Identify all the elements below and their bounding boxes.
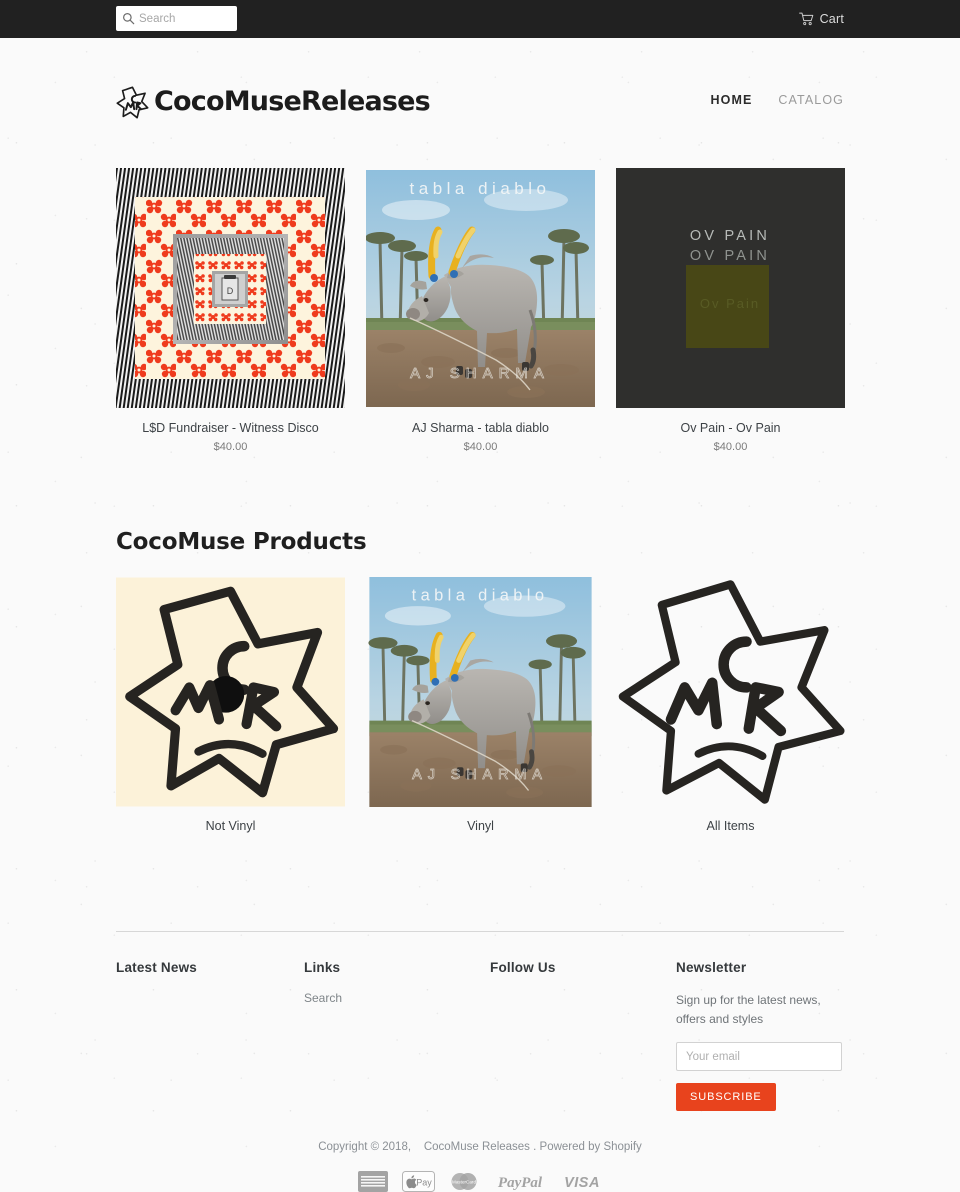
collection-card[interactable]: tabla diablo AJ SHARMA Vinyl <box>366 577 595 833</box>
product-title: Ov Pain - Ov Pain <box>680 421 781 435</box>
collection-title: All Items <box>706 819 755 834</box>
footer-heading: Follow Us <box>490 960 556 976</box>
collection-grid: Not Vinyl tabla diablo AJ SHARMA Vinyl A… <box>116 577 845 833</box>
album-art-bottom-text: AJ SHARMA <box>410 365 550 382</box>
collections-section-title: CocoMuse Products <box>116 529 367 556</box>
mastercard-icon: MasterCard <box>451 1173 476 1191</box>
american-express-icon <box>357 1171 388 1192</box>
product-image-ov-pain: OV PAIN OV PAIN Ov Pain <box>616 168 845 408</box>
newsletter-email-input[interactable] <box>676 1042 842 1072</box>
product-title: L$D Fundraiser - Witness Disco <box>142 421 319 435</box>
copyright-line: Copyright © 2018, CocoMuse Releases . Po… <box>0 1141 960 1153</box>
svg-text:MasterCard: MasterCard <box>452 1180 476 1185</box>
album-art-top-text: tabla diablo <box>410 179 551 198</box>
product-title: AJ Sharma - tabla diablo <box>412 421 549 435</box>
collection-image-not-vinyl <box>116 577 345 807</box>
svg-text:AJ SHARMA: AJ SHARMA <box>412 767 548 783</box>
site-logo-text: CocoMuseReleases <box>154 85 431 117</box>
collection-image-vinyl: tabla diablo AJ SHARMA <box>366 577 595 808</box>
product-price: $40.00 <box>463 441 498 454</box>
search-box[interactable] <box>116 6 237 31</box>
product-image-aj-sharma: tabla diablo AJ SHARMA <box>366 168 595 408</box>
copyright-prefix: Copyright © 2018, <box>318 1141 412 1154</box>
site-footer: Latest News Links Search Follow Us Newsl… <box>0 932 960 1112</box>
svg-text:D: D <box>227 286 234 296</box>
footer-column-newsletter: Newsletter Sign up for the latest news, … <box>676 960 842 1112</box>
svg-text:Pay: Pay <box>416 1178 432 1188</box>
album-art-line1: OV PAIN <box>690 228 770 244</box>
svg-text:Ov Pain: Ov Pain <box>700 296 760 311</box>
footer-column-follow-us: Follow Us <box>490 960 676 1111</box>
cart-link[interactable]: Cart <box>798 0 844 38</box>
footer-heading: Links <box>304 960 341 976</box>
shopping-cart-icon <box>798 12 813 26</box>
collection-card[interactable]: Not Vinyl <box>116 577 345 833</box>
product-card[interactable]: OV PAIN OV PAIN Ov Pain Ov Pain - Ov Pai… <box>616 168 845 453</box>
newsletter-description: Sign up for the latest news, offers and … <box>676 993 821 1026</box>
top-utility-bar: Cart <box>0 0 960 38</box>
visa-icon: VISA <box>564 1175 600 1191</box>
paypal-icon: PayPal <box>497 1175 542 1191</box>
featured-product-grid: D L$D Fundraiser - Witness Disco $40.00 <box>116 168 845 453</box>
product-price: $40.00 <box>213 441 248 454</box>
search-input[interactable] <box>139 12 231 25</box>
search-icon <box>123 13 135 25</box>
footer-column-latest-news: Latest News <box>116 960 304 1111</box>
product-price: $40.00 <box>713 441 748 454</box>
collection-title: Vinyl <box>467 819 494 834</box>
cmr-star-logo-icon <box>116 85 149 119</box>
svg-text:PayPal: PayPal <box>497 1175 542 1191</box>
footer-heading: Latest News <box>116 960 197 976</box>
subscribe-button[interactable]: SUBSCRIBE <box>676 1083 776 1112</box>
collection-card[interactable]: All Items <box>616 577 845 833</box>
cart-label: Cart <box>819 12 844 26</box>
site-logo[interactable]: CocoMuseReleases <box>116 84 431 119</box>
product-card[interactable]: D L$D Fundraiser - Witness Disco $40.00 <box>116 168 345 453</box>
copyright-suffix: . Powered by Shopify <box>533 1141 642 1154</box>
payment-methods-row: Pay MasterCard PayPal VISA <box>0 1171 960 1192</box>
nav-item-catalog[interactable]: CATALOG <box>778 93 844 107</box>
main-content: D L$D Fundraiser - Witness Disco $40.00 <box>0 168 960 833</box>
product-image-lsd-fundraiser: D <box>116 168 345 408</box>
apple-pay-icon: Pay <box>401 1171 435 1192</box>
footer-column-links: Links Search <box>304 960 490 1111</box>
svg-text:VISA: VISA <box>564 1175 600 1191</box>
product-card[interactable]: tabla diablo AJ SHARMA AJ Sharma - tabla… <box>366 168 595 453</box>
newsletter-heading: Newsletter <box>676 960 747 976</box>
main-navigation: HOME CATALOG <box>711 93 845 109</box>
site-header: CocoMuseReleases HOME CATALOG <box>0 38 960 134</box>
footer-link-search[interactable]: Search <box>304 991 490 1005</box>
collection-title: Not Vinyl <box>205 819 256 834</box>
copyright-shop-link[interactable]: CocoMuse Releases <box>424 1141 530 1153</box>
collection-image-all-items <box>616 577 845 807</box>
album-art-line2: OV PAIN <box>690 248 770 264</box>
svg-text:tabla diablo: tabla diablo <box>412 587 549 605</box>
nav-item-home[interactable]: HOME <box>711 93 753 107</box>
